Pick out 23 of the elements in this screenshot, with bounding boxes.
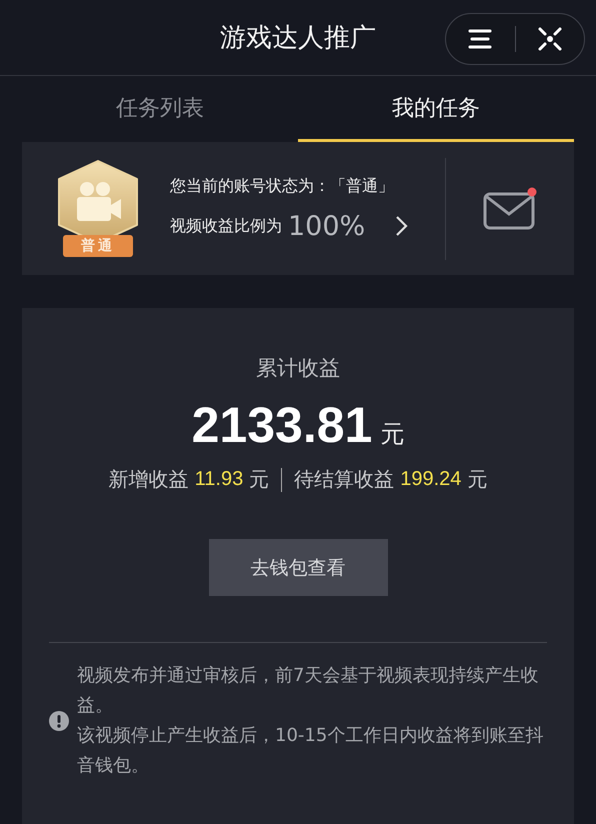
earnings-title: 累计收益: [256, 355, 340, 382]
menu-icon: [468, 29, 492, 49]
new-earnings-value: 11.93: [194, 468, 244, 491]
currency-unit: 元: [249, 466, 270, 493]
total-earnings: 2133.81: [192, 396, 372, 454]
chevron-right-icon[interactable]: [395, 215, 410, 237]
info-icon: [49, 711, 69, 731]
account-status-text: 您当前的账号状态为：「普通」: [170, 176, 395, 196]
currency-unit: 元: [467, 466, 488, 493]
new-earnings-label: 新增收益: [108, 466, 189, 493]
note-text: 视频发布并通过审核后，前7天会基于视频表现持续产生收益。: [77, 664, 540, 718]
close-icon: [536, 26, 563, 52]
envelope-icon: [482, 186, 538, 232]
pending-earnings-value: 199.24: [400, 468, 462, 491]
wallet-button[interactable]: 去钱包查看: [208, 539, 388, 596]
pending-earnings-label: 待结算收益: [294, 466, 394, 493]
note-text: 该视频停止产生收益后，10-15个工作日内收益将到账至抖音钱包。: [77, 724, 544, 778]
level-ribbon: 普通: [63, 234, 133, 256]
ratio-value: 100%: [288, 210, 366, 242]
page-title: 游戏达人推广: [220, 22, 376, 55]
ratio-label: 视频收益比例为: [170, 216, 282, 236]
currency-unit: 元: [380, 419, 404, 450]
tab[interactable]: 任务列表: [22, 76, 298, 142]
